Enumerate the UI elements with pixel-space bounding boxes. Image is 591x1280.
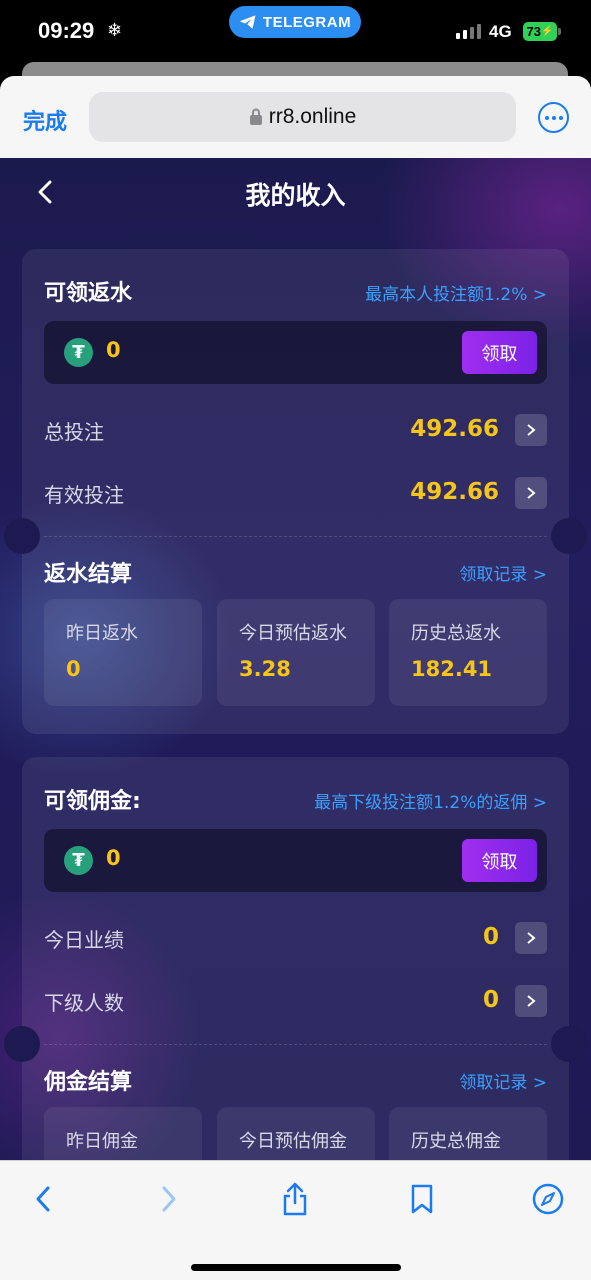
card-notch-right: [551, 518, 587, 554]
signal-icon: [456, 24, 481, 39]
telegram-icon: [239, 15, 256, 29]
battery-level: 73: [526, 24, 541, 39]
today-performance-label: 今日业绩: [44, 928, 124, 952]
chevron-right-icon[interactable]: [515, 985, 547, 1017]
more-icon[interactable]: [538, 102, 569, 133]
share-icon[interactable]: [275, 1179, 315, 1219]
page-nav: 我的收入: [0, 158, 591, 224]
url-bar[interactable]: rr8.online: [89, 92, 516, 142]
section-divider: [44, 1044, 547, 1045]
stat-total-rebate: 历史总返水 182.41: [389, 599, 547, 706]
stat-label: 历史总返水: [411, 623, 501, 644]
commission-max-link[interactable]: 最高下级投注额1.2%的返佣 >: [314, 788, 547, 813]
stat-label: 今日预估返水: [239, 623, 347, 644]
stat-value: 3.28: [239, 657, 291, 681]
stat-label: 历史总佣金: [411, 1131, 501, 1152]
stat-yesterday-rebate: 昨日返水 0: [44, 599, 202, 706]
valid-bet-value: 492.66: [410, 479, 499, 505]
rebate-title: 可领返水: [44, 281, 133, 306]
card-notch-left: [4, 1026, 40, 1062]
stat-label: 今日预估佣金: [239, 1131, 347, 1152]
browser-back-icon[interactable]: [23, 1179, 63, 1219]
stat-today-estimated-rebate: 今日预估返水 3.28: [217, 599, 375, 706]
done-button[interactable]: 完成: [23, 104, 67, 136]
commission-settle-title: 佣金结算: [44, 1070, 133, 1095]
compass-icon[interactable]: [528, 1179, 568, 1219]
section-divider: [44, 536, 547, 537]
status-bar: 09:29 ❄ TELEGRAM 4G 73 ⚡: [0, 0, 591, 64]
rebate-records-link[interactable]: 领取记录 >: [459, 560, 547, 585]
chevron-right-icon[interactable]: [515, 477, 547, 509]
stat-today-estimated-commission: 今日预估佣金: [217, 1107, 375, 1160]
lock-icon: [249, 108, 262, 125]
card-notch-right: [551, 1026, 587, 1062]
rebate-claim-box: ₮ 0 领取: [44, 321, 547, 384]
url-text: rr8.online: [268, 105, 357, 128]
bookmarks-icon[interactable]: [402, 1179, 442, 1219]
commission-claim-button[interactable]: 领取: [462, 839, 537, 882]
chevron-right-icon[interactable]: [515, 414, 547, 446]
stat-label: 昨日返水: [66, 623, 138, 644]
stat-total-commission: 历史总佣金: [389, 1107, 547, 1160]
page-title: 我的收入: [245, 181, 346, 210]
subordinate-count-value: 0: [482, 987, 499, 1013]
rebate-claim-button[interactable]: 领取: [462, 331, 537, 374]
telegram-pill[interactable]: TELEGRAM: [229, 6, 361, 38]
subordinate-count-label: 下级人数: [44, 991, 124, 1015]
commission-claim-box: ₮ 0 领取: [44, 829, 547, 892]
commission-title: 可领佣金:: [44, 789, 141, 814]
tether-icon: ₮: [64, 846, 93, 875]
valid-bet-label: 有效投注: [44, 483, 124, 507]
commission-card: 可领佣金: 最高下级投注额1.2%的返佣 > ₮ 0 领取 今日业绩 0 下级人…: [4, 757, 587, 1160]
today-performance-value: 0: [482, 924, 499, 950]
battery-icon: 73 ⚡: [523, 22, 557, 41]
battery-tip: [558, 28, 561, 35]
rebate-card: 可领返水 最高本人投注额1.2% > ₮ 0 领取 总投注 492.66 有效投…: [4, 249, 587, 734]
status-time: 09:29: [38, 18, 95, 43]
tether-icon: ₮: [64, 338, 93, 367]
network-type: 4G: [489, 22, 512, 41]
telegram-pill-label: TELEGRAM: [262, 13, 352, 31]
commission-claim-amount: 0: [106, 846, 121, 870]
browser-forward-icon[interactable]: [149, 1179, 189, 1219]
rebate-max-link[interactable]: 最高本人投注额1.2% >: [365, 280, 547, 305]
browser-toolbar: [0, 1160, 591, 1280]
total-bet-value: 492.66: [410, 416, 499, 442]
stat-yesterday-commission: 昨日佣金: [44, 1107, 202, 1160]
home-indicator: [191, 1264, 401, 1271]
chevron-right-icon[interactable]: [515, 922, 547, 954]
snowflake-icon: ❄: [107, 20, 123, 41]
rebate-claim-amount: 0: [106, 338, 121, 362]
stat-value: 182.41: [411, 657, 493, 681]
browser-top-bar: 完成 rr8.online: [0, 76, 591, 158]
page-content: 我的收入 可领返水 最高本人投注额1.2% > ₮ 0 领取 总投注 492.6…: [0, 158, 591, 1160]
total-bet-label: 总投注: [44, 420, 104, 444]
card-notch-left: [4, 518, 40, 554]
stat-label: 昨日佣金: [66, 1131, 138, 1152]
rebate-settle-title: 返水结算: [44, 562, 133, 587]
stat-value: 0: [66, 657, 81, 681]
commission-records-link[interactable]: 领取记录 >: [459, 1068, 547, 1093]
